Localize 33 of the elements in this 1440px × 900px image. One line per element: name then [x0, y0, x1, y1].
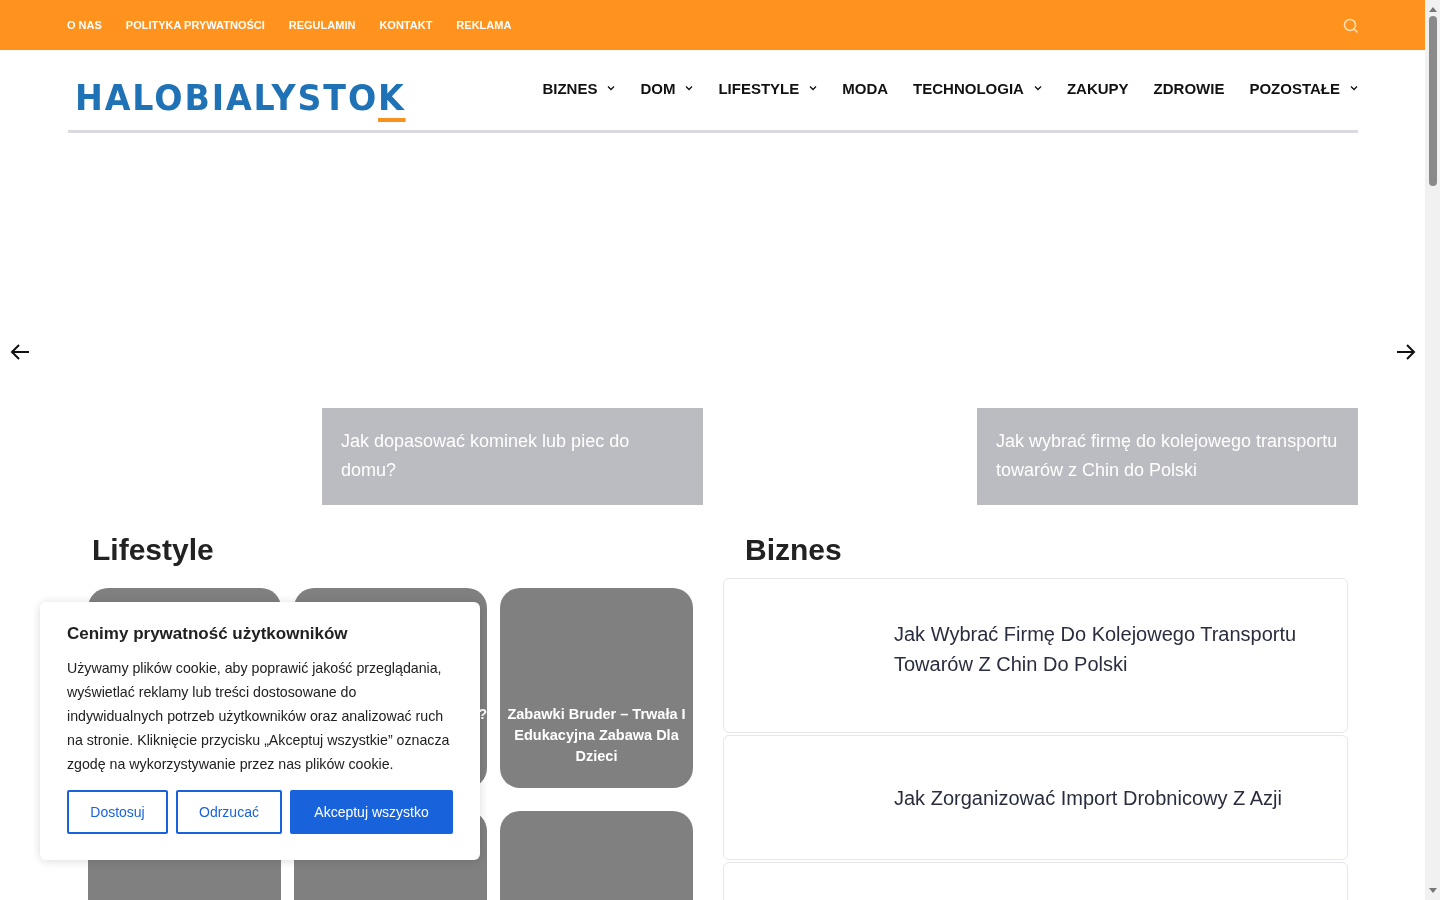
scrollbar[interactable]: [1425, 0, 1440, 900]
post-card[interactable]: Jak Wybrać Firmę Do Kolejowego Transportu Towarów Z Chin Do Polski: [723, 578, 1348, 733]
nav-item[interactable]: POZOSTAŁE: [1249, 79, 1358, 97]
nav-item[interactable]: TECHNOLOGIA: [913, 79, 1042, 97]
scrollbar-thumb[interactable]: [1428, 16, 1437, 186]
post-title[interactable]: Jak Zorganizować Import Drobnicowy Z Azji: [894, 782, 1282, 813]
previous-arrow-icon[interactable]: [10, 343, 30, 361]
post-card[interactable]: Jak Zorganizować Import Drobnicowy Z Azji: [723, 735, 1348, 860]
chevron-down-icon[interactable]: [607, 85, 616, 91]
nav-item[interactable]: DOM: [640, 79, 694, 97]
dialog-text: Używamy plików cookie, aby poprawić jakość przeglądania, wyświetlać reklamy lub treści dostosowane do indywidualnych potrzeb użytkowników oraz analizować ruch na stronie. Kliknięcie przycisku „Akceptuj wszystkie” oznacza zgodę na wykorzystywanie przez nas plików cookie.: [67, 659, 451, 774]
accept-button[interactable]: Akceptuj wszystko: [290, 790, 453, 834]
cookie-button[interactable]: Dostosuj: [67, 790, 168, 834]
section-heading: Biznes: [745, 533, 843, 568]
post-title[interactable]: Jak Wybrać Firmę Do Kolejowego Transportu Towarów Z Chin Do Polski: [894, 619, 1307, 679]
post-title[interactable]: ?: [478, 704, 487, 767]
post-card[interactable]: Zabawki Bruder – Trwała I Edukacyjna Zabawa Dla Dzieci: [500, 588, 693, 788]
nav-item[interactable]: BIZNES: [542, 79, 616, 97]
nav-item[interactable]: ZAKUPY: [1066, 79, 1129, 97]
nav-item[interactable]: LIFESTYLE: [718, 79, 818, 97]
cookie-button[interactable]: Odrzucać: [176, 790, 282, 834]
nav-item[interactable]: MODA: [842, 79, 889, 97]
scroll-up-icon[interactable]: [1428, 6, 1437, 12]
chevron-down-icon[interactable]: [1033, 85, 1042, 91]
section-heading: Lifestyle: [92, 533, 215, 568]
chevron-down-icon[interactable]: [1350, 85, 1358, 91]
nav-item[interactable]: ZDROWIE: [1153, 79, 1225, 97]
post-title[interactable]: Zabawki Bruder – Trwała I Edukacyjna Zabawa Dla Dzieci: [500, 704, 693, 767]
chevron-down-icon[interactable]: [685, 85, 694, 91]
dialog-title: Cenimy prywatność użytkowników: [67, 624, 349, 644]
scroll-down-icon[interactable]: [1428, 888, 1437, 894]
next-arrow-icon[interactable]: [1396, 343, 1416, 361]
chevron-down-icon[interactable]: [809, 85, 818, 91]
